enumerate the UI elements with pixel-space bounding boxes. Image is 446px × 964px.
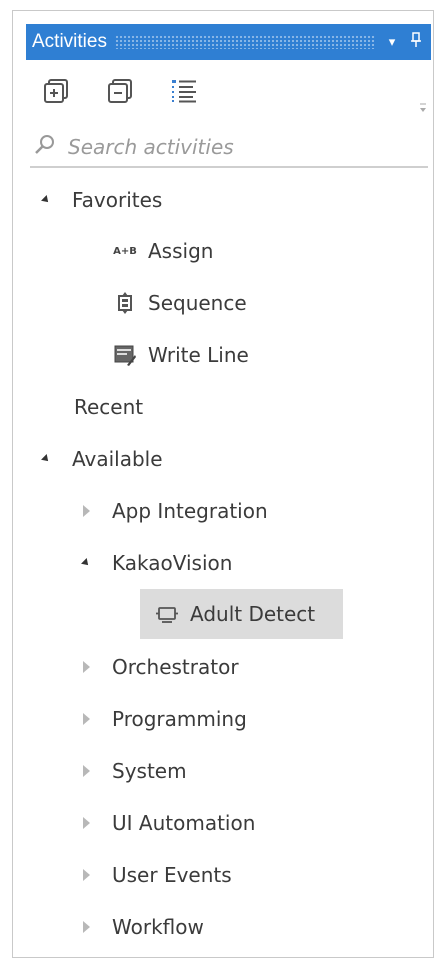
collapsed-arrow-icon[interactable] bbox=[78, 713, 94, 725]
collapsed-arrow-icon[interactable] bbox=[78, 661, 94, 673]
expanded-arrow-icon[interactable] bbox=[38, 195, 54, 205]
panel-titlebar: Activities ▾ bbox=[26, 24, 431, 60]
tree-node-app-integration[interactable]: App Integration bbox=[78, 491, 268, 531]
tree-node-label: Recent bbox=[74, 395, 144, 419]
tree-node-label: Favorites bbox=[72, 188, 163, 212]
tree-item-write-line[interactable]: Write Line bbox=[112, 335, 249, 375]
show-list-button[interactable] bbox=[168, 77, 200, 109]
tree-node-kakaovision[interactable]: KakaoVision bbox=[78, 543, 232, 583]
tree-item-adult-detect[interactable]: Adult Detect bbox=[140, 589, 343, 639]
tree-node-label: Orchestrator bbox=[112, 655, 239, 679]
expand-all-icon bbox=[42, 77, 70, 109]
collapsed-arrow-icon[interactable] bbox=[78, 921, 94, 933]
panel-title: Activities bbox=[32, 31, 107, 52]
tree-item-sequence[interactable]: Sequence bbox=[112, 283, 247, 323]
toolbar-overflow-icon[interactable] bbox=[419, 102, 427, 119]
tree-node-label: Available bbox=[72, 447, 163, 471]
tree-node-ui-automation[interactable]: UI Automation bbox=[78, 803, 255, 843]
tree-node-system[interactable]: System bbox=[78, 751, 187, 791]
collapsed-arrow-icon[interactable] bbox=[78, 505, 94, 517]
tree-item-label: Write Line bbox=[148, 343, 249, 367]
search-input[interactable] bbox=[66, 134, 410, 160]
collapse-all-icon bbox=[106, 77, 134, 109]
sequence-icon bbox=[112, 290, 138, 316]
show-list-icon bbox=[169, 77, 199, 109]
tree-node-orchestrator[interactable]: Orchestrator bbox=[78, 647, 239, 687]
tree-node-label: UI Automation bbox=[112, 811, 256, 835]
tree-node-label: System bbox=[112, 759, 187, 783]
titlebar-grip[interactable] bbox=[114, 35, 375, 49]
expanded-arrow-icon[interactable] bbox=[38, 454, 54, 464]
tree-node-label: User Events bbox=[112, 863, 232, 887]
collapse-all-button[interactable] bbox=[104, 77, 136, 109]
expanded-arrow-icon[interactable] bbox=[78, 558, 94, 568]
tree-node-workflow[interactable]: Workflow bbox=[78, 907, 204, 947]
tree-node-label: KakaoVision bbox=[112, 551, 233, 575]
panel-toolbar bbox=[26, 64, 431, 122]
collapsed-arrow-icon[interactable] bbox=[78, 869, 94, 881]
collapsed-arrow-icon[interactable] bbox=[78, 817, 94, 829]
pin-icon[interactable] bbox=[407, 32, 425, 52]
collapsed-arrow-icon[interactable] bbox=[78, 765, 94, 777]
tree-item-label: Assign bbox=[148, 239, 214, 263]
search-icon bbox=[34, 134, 56, 160]
assign-icon: A+B bbox=[113, 245, 137, 257]
search-bar bbox=[30, 128, 428, 168]
tree-node-label: Programming bbox=[112, 707, 247, 731]
tree-node-favorites[interactable]: Favorites bbox=[38, 180, 162, 220]
tree-node-label: App Integration bbox=[112, 499, 268, 523]
dropdown-arrow-icon[interactable]: ▾ bbox=[383, 35, 401, 50]
expand-all-button[interactable] bbox=[40, 77, 72, 109]
tree-node-available[interactable]: Available bbox=[38, 439, 163, 479]
tree-node-user-events[interactable]: User Events bbox=[78, 855, 232, 895]
tree-node-recent[interactable]: Recent bbox=[74, 387, 143, 427]
tree-item-assign[interactable]: A+B Assign bbox=[112, 231, 213, 271]
tree-item-label: Sequence bbox=[148, 291, 247, 315]
tree-node-label: Workflow bbox=[112, 915, 204, 939]
activity-icon bbox=[154, 601, 180, 627]
tree-node-programming[interactable]: Programming bbox=[78, 699, 247, 739]
write-line-icon bbox=[112, 342, 138, 368]
tree-item-label: Adult Detect bbox=[190, 602, 316, 626]
